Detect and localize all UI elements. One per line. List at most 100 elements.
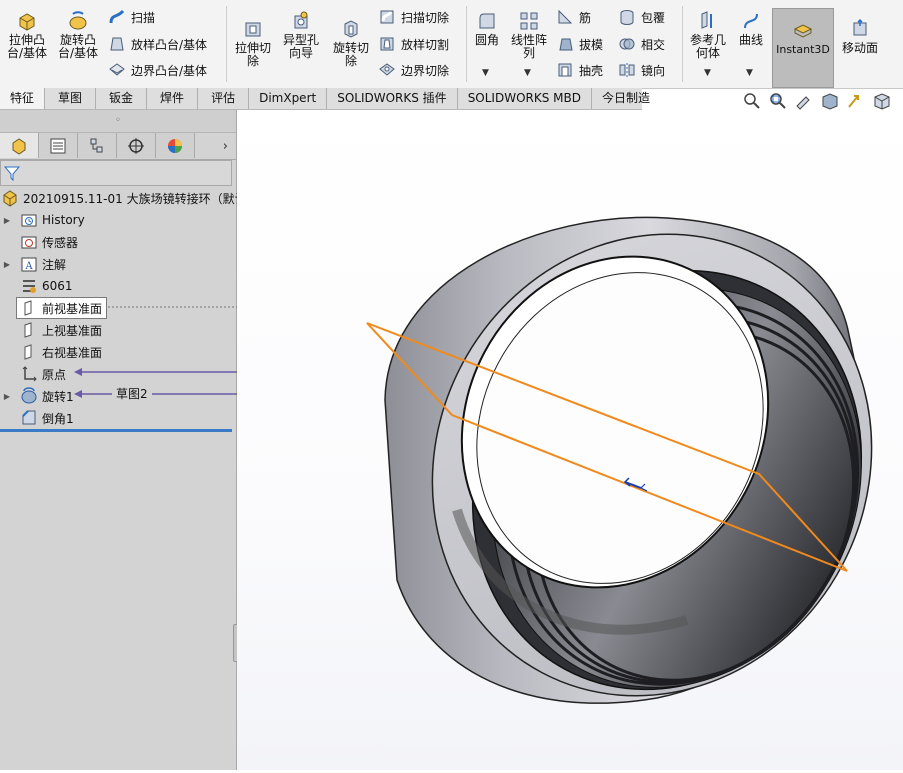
- display-manager-tab[interactable]: [156, 133, 195, 158]
- tab-made-today[interactable]: 今日制造: [592, 88, 660, 109]
- svg-text:A: A: [24, 261, 33, 272]
- property-manager-tab[interactable]: [39, 133, 78, 158]
- move-face-button[interactable]: 移动面: [836, 18, 884, 55]
- view-orientation-icon[interactable]: [846, 92, 866, 110]
- reference-geometry-dropdown-icon[interactable]: ▼: [704, 68, 711, 78]
- rib-button[interactable]: 筋: [556, 8, 591, 26]
- part-root[interactable]: 20210915.11-01 大族场镜转接环（默认: [0, 187, 247, 209]
- linear-pattern-button[interactable]: 线性阵 列: [508, 10, 550, 60]
- dimxpert-manager-tab[interactable]: [117, 133, 156, 158]
- revolve-boss-button[interactable]: 旋转凸 台/基体: [54, 10, 102, 60]
- instant3d-button[interactable]: Instant3D: [772, 8, 834, 88]
- tree-item-revolve1[interactable]: ▶ 旋转1: [0, 385, 74, 407]
- tree-item-material[interactable]: 6061: [0, 275, 73, 297]
- history-folder-icon: [21, 214, 37, 227]
- part-model-view[interactable]: [237, 110, 903, 770]
- configuration-manager-tab[interactable]: [78, 133, 117, 158]
- annotations-folder-icon: A: [21, 257, 37, 272]
- revolve-feature-icon: [21, 387, 37, 404]
- filter-icon: [3, 166, 21, 182]
- sweep-label: 扫描: [131, 10, 156, 25]
- graphics-area[interactable]: [237, 110, 903, 770]
- curves-dropdown-icon[interactable]: ▼: [746, 68, 753, 78]
- previous-view-icon[interactable]: [794, 92, 814, 110]
- reference-geometry-button[interactable]: 参考几 何体: [686, 10, 730, 60]
- mirror-button[interactable]: 镜向: [618, 61, 665, 79]
- boundary-boss-icon: [109, 63, 125, 76]
- extrude-boss-button[interactable]: 拉伸凸 台/基体: [4, 10, 50, 60]
- curves-label: 曲线: [738, 33, 763, 47]
- tree-item-sensors[interactable]: 传感器: [0, 231, 78, 253]
- command-manager-ribbon: 拉伸凸 台/基体 旋转凸 台/基体 扫描 放样凸台/基体 边界凸台/基体 拉伸切…: [0, 0, 903, 89]
- tree-item-front-plane[interactable]: 前视基准面: [16, 297, 108, 319]
- wrap-button[interactable]: 包覆: [618, 8, 665, 26]
- curves-button[interactable]: 曲线: [734, 10, 768, 47]
- tree-item-annotations[interactable]: ▶ A 注解: [0, 253, 66, 275]
- tree-item-label: 旋转1: [42, 389, 74, 404]
- fillet-button[interactable]: 圆角: [470, 10, 504, 47]
- lofted-cut-icon: [380, 37, 394, 51]
- rollback-bar[interactable]: [0, 429, 232, 432]
- tab-solidworks-mbd[interactable]: SOLIDWORKS MBD: [458, 88, 592, 109]
- display-style-icon[interactable]: [872, 92, 892, 110]
- command-tabs: 特征 草图 钣金 焊件 评估 DimXpert SOLIDWORKS 插件 SO…: [0, 88, 650, 110]
- tab-evaluate[interactable]: 评估: [198, 88, 250, 109]
- loft-boss-icon: [110, 37, 124, 51]
- tab-sheet-metal[interactable]: 钣金: [96, 88, 148, 109]
- loft-boss-button[interactable]: 放样凸台/基体: [108, 35, 207, 53]
- panel-collapse-handle[interactable]: ◦: [0, 110, 236, 133]
- expand-arrow-icon[interactable]: ▶: [0, 392, 14, 401]
- zoom-to-fit-icon[interactable]: [742, 92, 762, 110]
- expand-arrow-icon[interactable]: ▶: [0, 216, 14, 225]
- feature-manager-tab[interactable]: [0, 133, 39, 158]
- tree-item-history[interactable]: ▶ History: [0, 209, 85, 231]
- color-wheel-icon: [168, 138, 182, 153]
- draft-icon: [559, 38, 573, 51]
- zoom-to-area-icon[interactable]: [768, 92, 788, 110]
- instant3d-icon: [793, 24, 813, 38]
- ribbon-separator: [682, 6, 683, 82]
- hole-wizard-button[interactable]: 异型孔 向导: [278, 10, 324, 60]
- section-view-icon[interactable]: [820, 92, 840, 110]
- boundary-cut-button[interactable]: 边界切除: [378, 61, 449, 79]
- fillet-dropdown-icon[interactable]: ▼: [482, 68, 489, 78]
- tab-sketch[interactable]: 草图: [45, 88, 97, 109]
- tree-item-origin[interactable]: 原点: [0, 363, 66, 385]
- lofted-cut-button[interactable]: 放样切割: [378, 35, 449, 53]
- extrude-cut-button[interactable]: 拉伸切 除: [230, 18, 276, 68]
- manager-tabs: ›: [0, 133, 236, 160]
- sweep-button[interactable]: 扫描: [108, 8, 155, 26]
- boundary-cut-label: 边界切除: [401, 63, 450, 78]
- swept-cut-button[interactable]: 扫描切除: [378, 8, 449, 26]
- tab-solidworks-addins[interactable]: SOLIDWORKS 插件: [327, 88, 458, 109]
- fillet-icon: [479, 13, 495, 29]
- tree-item-top-plane[interactable]: 上视基准面: [0, 319, 102, 341]
- draft-button[interactable]: 拔模: [556, 35, 603, 53]
- swept-cut-icon: [380, 10, 394, 24]
- more-tabs-chevron-icon[interactable]: ›: [195, 133, 236, 159]
- tree-item-label: 右视基准面: [42, 345, 103, 360]
- plane-icon: [24, 344, 32, 360]
- shell-label: 抽壳: [579, 63, 604, 78]
- tab-features[interactable]: 特征: [0, 88, 46, 109]
- ring-part[interactable]: [352, 157, 903, 770]
- revolve-cut-button[interactable]: 旋转切 除: [328, 18, 374, 68]
- chamfer-feature-icon: [22, 410, 36, 425]
- expand-arrow-icon[interactable]: ▶: [0, 260, 14, 269]
- boundary-boss-button[interactable]: 边界凸台/基体: [108, 61, 207, 79]
- revolve-cut-icon: [344, 20, 358, 38]
- tab-weldments[interactable]: 焊件: [147, 88, 199, 109]
- shell-button[interactable]: 抽壳: [556, 61, 603, 79]
- revolve-cut-label: 旋转切 除: [332, 41, 369, 68]
- tree-item-chamfer1[interactable]: 倒角1: [0, 407, 74, 429]
- rib-label: 筋: [579, 10, 592, 25]
- tree-filter-bar[interactable]: [0, 160, 232, 186]
- tab-dimxpert[interactable]: DimXpert: [249, 88, 328, 109]
- linear-pattern-label: 线性阵 列: [510, 33, 547, 60]
- linear-pattern-dropdown-icon[interactable]: ▼: [524, 68, 531, 78]
- plane-icon: [24, 300, 32, 316]
- intersect-button[interactable]: 相交: [618, 35, 665, 53]
- tree-item-right-plane[interactable]: 右视基准面: [0, 341, 102, 363]
- revolve-boss-label: 旋转凸 台/基体: [57, 33, 99, 60]
- extrude-boss-label: 拉伸凸 台/基体: [6, 33, 48, 60]
